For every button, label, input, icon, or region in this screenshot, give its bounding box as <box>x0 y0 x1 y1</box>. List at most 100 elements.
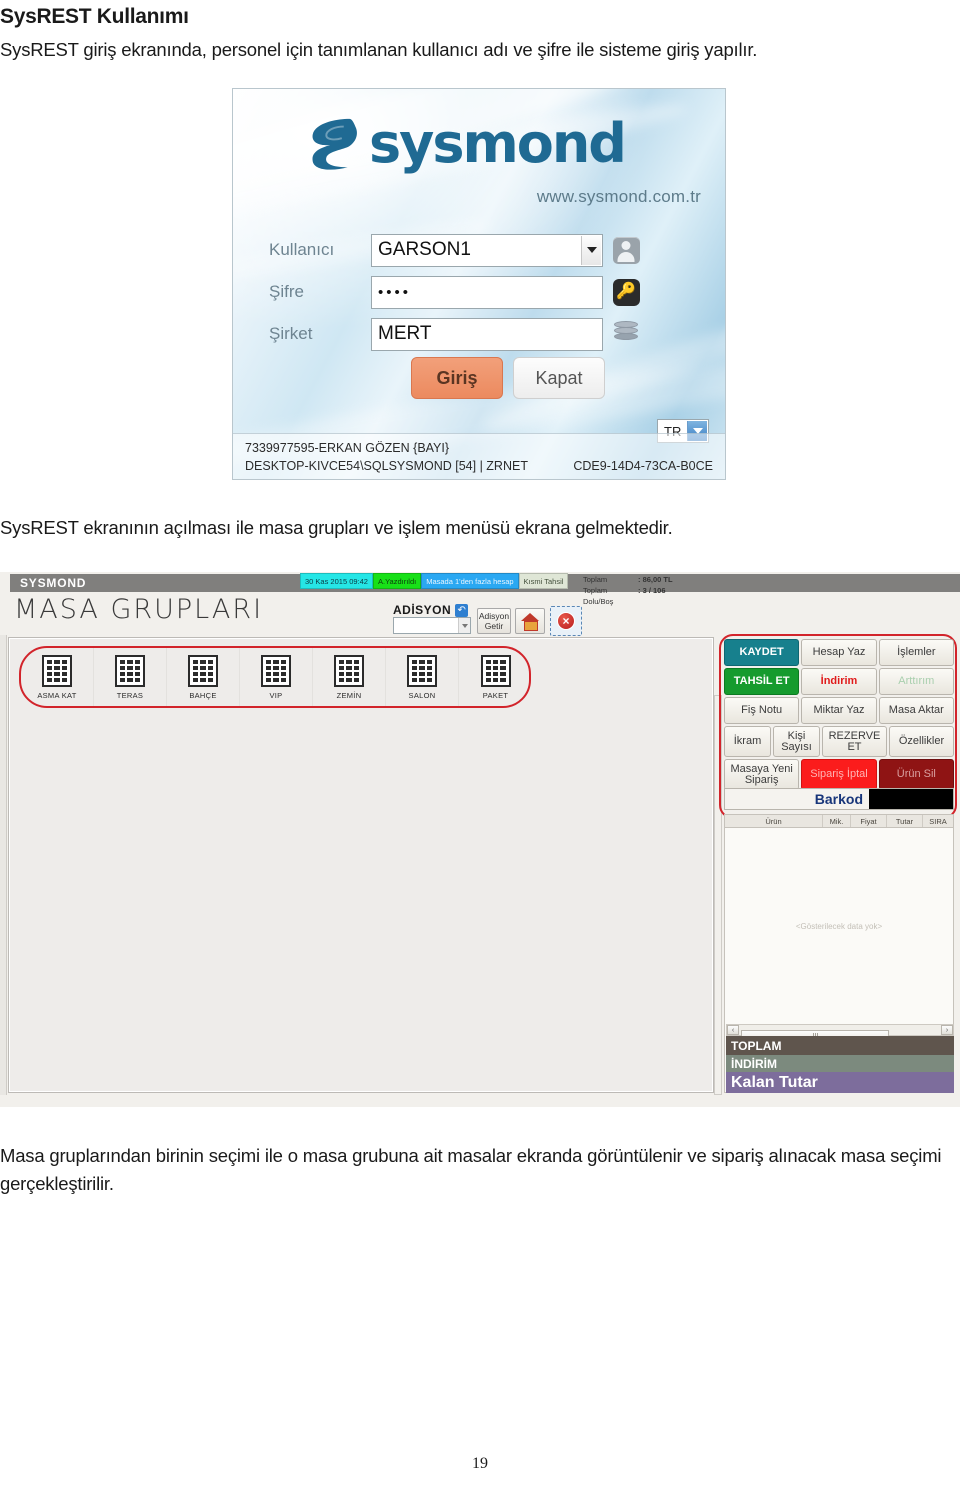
adisyon-label-row: ADİSYON ↶ <box>393 603 469 617</box>
islemler-button[interactable]: İşlemler <box>878 639 954 666</box>
database-icon-slot <box>603 321 649 347</box>
user-icon <box>612 236 640 264</box>
building-icon <box>42 654 72 687</box>
company-input[interactable]: MERT <box>371 317 603 351</box>
occupancy-value: : 3 / 106 <box>638 586 666 595</box>
ikram-button[interactable]: İkram <box>724 726 771 757</box>
table-group-salon[interactable]: SALON <box>386 648 459 706</box>
arttirim-button[interactable]: Arttırım <box>878 668 954 695</box>
order-grid-header: Ürün Mik. Fiyat Tutar SIRA <box>724 814 954 828</box>
chevron-down-icon[interactable] <box>581 235 601 265</box>
ozellikler-button[interactable]: Özellikler <box>889 726 954 757</box>
user-select[interactable]: GARSON1 <box>371 233 603 267</box>
user-value: GARSON1 <box>378 239 471 260</box>
building-icon <box>334 654 364 687</box>
table-group-vip[interactable]: VIP <box>240 648 313 706</box>
company-label: Şirket <box>269 324 313 343</box>
adisyon-select[interactable] <box>393 617 471 634</box>
horizontal-scrollbar[interactable]: ‹ › <box>726 1024 954 1040</box>
kaydet-button[interactable]: KAYDET <box>724 639 800 666</box>
adisyon-label: ADİSYON <box>393 603 452 617</box>
login-buttons: Giriş Kapat <box>411 357 605 399</box>
operations-row: Fiş Notu Miktar Yaz Masa Aktar <box>724 697 954 724</box>
barcode-input[interactable] <box>869 789 953 809</box>
rezerve-et-button[interactable]: REZERVE ET <box>822 726 887 757</box>
table-group-teras[interactable]: TERAS <box>94 648 167 706</box>
column-header-sira[interactable]: SIRA <box>923 815 953 827</box>
scroll-right-icon[interactable]: › <box>941 1025 953 1035</box>
company-field-row: Şirket MERT <box>249 315 711 353</box>
chevron-down-icon[interactable] <box>458 618 470 633</box>
adisyon-getir-button[interactable]: Adisyon Getir <box>477 608 511 634</box>
table-groups-strip: ASMA KAT TERAS BAHÇE VIP ZEMİN SALON PAK… <box>21 648 532 706</box>
page-title: SysREST Kullanımı <box>0 5 189 28</box>
table-group-label: VIP <box>269 690 283 700</box>
login-screenshot: sysmond www.sysmond.com.tr Kullanıcı GAR… <box>232 88 726 480</box>
password-field-row: Şifre •••• 🔑 <box>249 273 711 311</box>
home-button[interactable] <box>515 608 545 634</box>
middle-paragraph: SysREST ekranının açılması ile masa grup… <box>0 517 673 538</box>
status-legend: 30 Kas 2015 09:42 A.Yazdırıldı Masada 1'… <box>300 573 569 589</box>
indirim-button[interactable]: İndirim <box>801 668 877 695</box>
logo-text: sysmond <box>369 112 627 175</box>
summary-kalan-tutar: Kalan Tutar <box>726 1072 954 1093</box>
status-badge-multi: Masada 1'den fazla hesap <box>421 573 519 589</box>
masa-aktar-button[interactable]: Masa Aktar <box>878 697 954 724</box>
refresh-icon[interactable]: ↶ <box>455 603 469 617</box>
column-header-urun[interactable]: Ürün <box>725 815 823 827</box>
window-left-gutter <box>0 635 7 1095</box>
building-icon <box>115 654 145 687</box>
siparis-iptal-button[interactable]: Sipariş İptal <box>801 759 877 790</box>
column-header-fiyat[interactable]: Fiyat <box>851 815 887 827</box>
barcode-row: Barkod <box>724 788 954 810</box>
tahsil-et-button[interactable]: TAHSİL ET <box>724 668 800 695</box>
kisi-sayisi-button[interactable]: Kişi Sayısı <box>773 726 820 757</box>
column-header-mik[interactable]: Mik. <box>823 815 851 827</box>
table-group-label: BAHÇE <box>189 690 217 700</box>
server-text: DESKTOP-KIVCE54\SQLSYSMOND [54] | ZRNET <box>245 459 528 473</box>
summary-indirim: İNDİRİM <box>726 1055 954 1073</box>
masa-gruplari-screenshot: SYSMOND 30 Kas 2015 09:42 A.Yazdırıldı M… <box>0 572 960 1107</box>
adisyon-toolbar: ADİSYON ↶ Adisyon Getir × <box>393 603 582 636</box>
scroll-left-icon[interactable]: ‹ <box>727 1025 739 1035</box>
table-group-label: PAKET <box>482 690 509 700</box>
logo-mark-icon <box>312 118 357 170</box>
close-button[interactable]: Kapat <box>513 357 605 399</box>
website-url: www.sysmond.com.tr <box>536 187 701 206</box>
user-icon-slot <box>603 236 649 264</box>
close-button[interactable]: × <box>550 606 582 636</box>
operations-grid: KAYDET Hesap Yaz İşlemler TAHSİL ET İndi… <box>724 639 954 792</box>
occupancy-label: Toplam Dolu/Boş <box>583 586 614 606</box>
building-icon <box>261 654 291 687</box>
table-groups-panel: ASMA KAT TERAS BAHÇE VIP ZEMİN SALON PAK… <box>8 637 714 1093</box>
building-icon <box>480 654 511 687</box>
password-input[interactable]: •••• <box>371 275 603 309</box>
summary-toplam: TOPLAM <box>726 1036 954 1055</box>
table-group-paket[interactable]: PAKET <box>459 648 532 706</box>
license-text: 7339977595-ERKAN GÖZEN {BAYI} <box>245 441 450 455</box>
order-grid-body: <Gösterilecek data yok> ‹ › TOPLAM İNDİR… <box>724 828 954 1093</box>
user-label: Kullanıcı <box>269 240 335 259</box>
table-group-asma-kat[interactable]: ASMA KAT <box>21 648 94 706</box>
total-label: Toplam <box>583 575 608 584</box>
table-group-label: ASMA KAT <box>37 690 77 700</box>
hesap-yaz-button[interactable]: Hesap Yaz <box>801 639 877 666</box>
company-value: MERT <box>378 323 432 344</box>
column-header-tutar[interactable]: Tutar <box>887 815 923 827</box>
status-badge-partial: Kısmi Tahsil <box>518 573 569 589</box>
table-group-bahce[interactable]: BAHÇE <box>167 648 240 706</box>
masaya-yeni-siparis-button[interactable]: Masaya Yeni Sipariş <box>724 759 800 790</box>
password-label: Şifre <box>269 282 304 301</box>
table-group-label: TERAS <box>116 690 144 700</box>
login-button[interactable]: Giriş <box>411 357 503 399</box>
status-badge-date: 30 Kas 2015 09:42 <box>300 573 373 589</box>
database-icon <box>612 321 640 347</box>
fis-notu-button[interactable]: Fiş Notu <box>724 697 800 724</box>
table-group-zemin[interactable]: ZEMİN <box>313 648 386 706</box>
operations-row: Masaya Yeni Sipariş Sipariş İptal Ürün S… <box>724 759 954 790</box>
miktar-yaz-button[interactable]: Miktar Yaz <box>801 697 877 724</box>
operations-row: İkram Kişi Sayısı REZERVE ET Özellikler <box>724 726 954 757</box>
totals-block: Toplam : 86,00 TL Toplam Dolu/Boş : 3 / … <box>583 574 673 607</box>
key-icon: 🔑 <box>612 278 640 306</box>
urun-sil-button[interactable]: Ürün Sil <box>878 759 954 790</box>
